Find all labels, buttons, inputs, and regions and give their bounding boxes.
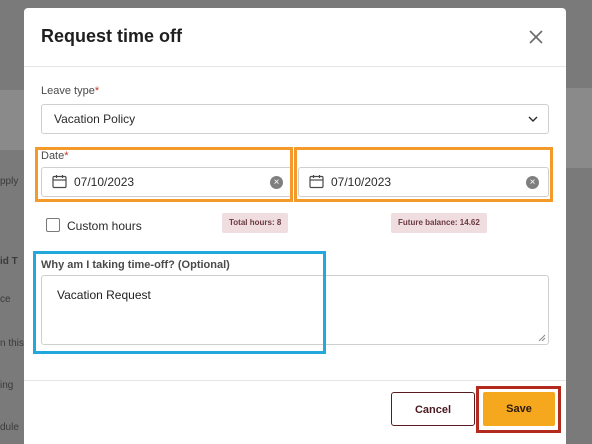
date-start-highlight [35, 147, 293, 202]
dialog-title: Request time off [41, 26, 183, 46]
resize-handle-icon[interactable] [538, 334, 546, 342]
chevron-down-icon [528, 116, 538, 122]
background-panel [0, 90, 24, 150]
header-divider [24, 66, 566, 67]
custom-hours-checkbox[interactable] [46, 218, 60, 232]
background-text: id T [0, 256, 18, 267]
leave-type-value: Vacation Policy [54, 112, 136, 126]
background-text: ing [0, 380, 14, 391]
background-text: n this [0, 338, 24, 349]
background-panel [566, 88, 592, 168]
leave-type-label: Leave type* [41, 85, 100, 97]
future-balance-badge: Future balance: 14.62 [391, 213, 487, 233]
total-hours-badge: Total hours: 8 [222, 213, 289, 233]
leave-type-select[interactable]: Vacation Policy [41, 104, 549, 134]
background-text: ce [0, 294, 11, 305]
close-icon[interactable] [527, 28, 545, 46]
custom-hours-label: Custom hours [67, 219, 142, 233]
date-end-highlight [294, 147, 553, 202]
background-text: dule [0, 422, 19, 433]
save-highlight [476, 386, 561, 433]
background-text: pply [0, 176, 19, 187]
request-time-off-dialog: Request time off Leave type* Vacation Po… [24, 8, 566, 444]
footer-divider [24, 380, 566, 381]
cancel-button[interactable]: Cancel [391, 392, 475, 426]
reason-highlight [33, 251, 326, 354]
